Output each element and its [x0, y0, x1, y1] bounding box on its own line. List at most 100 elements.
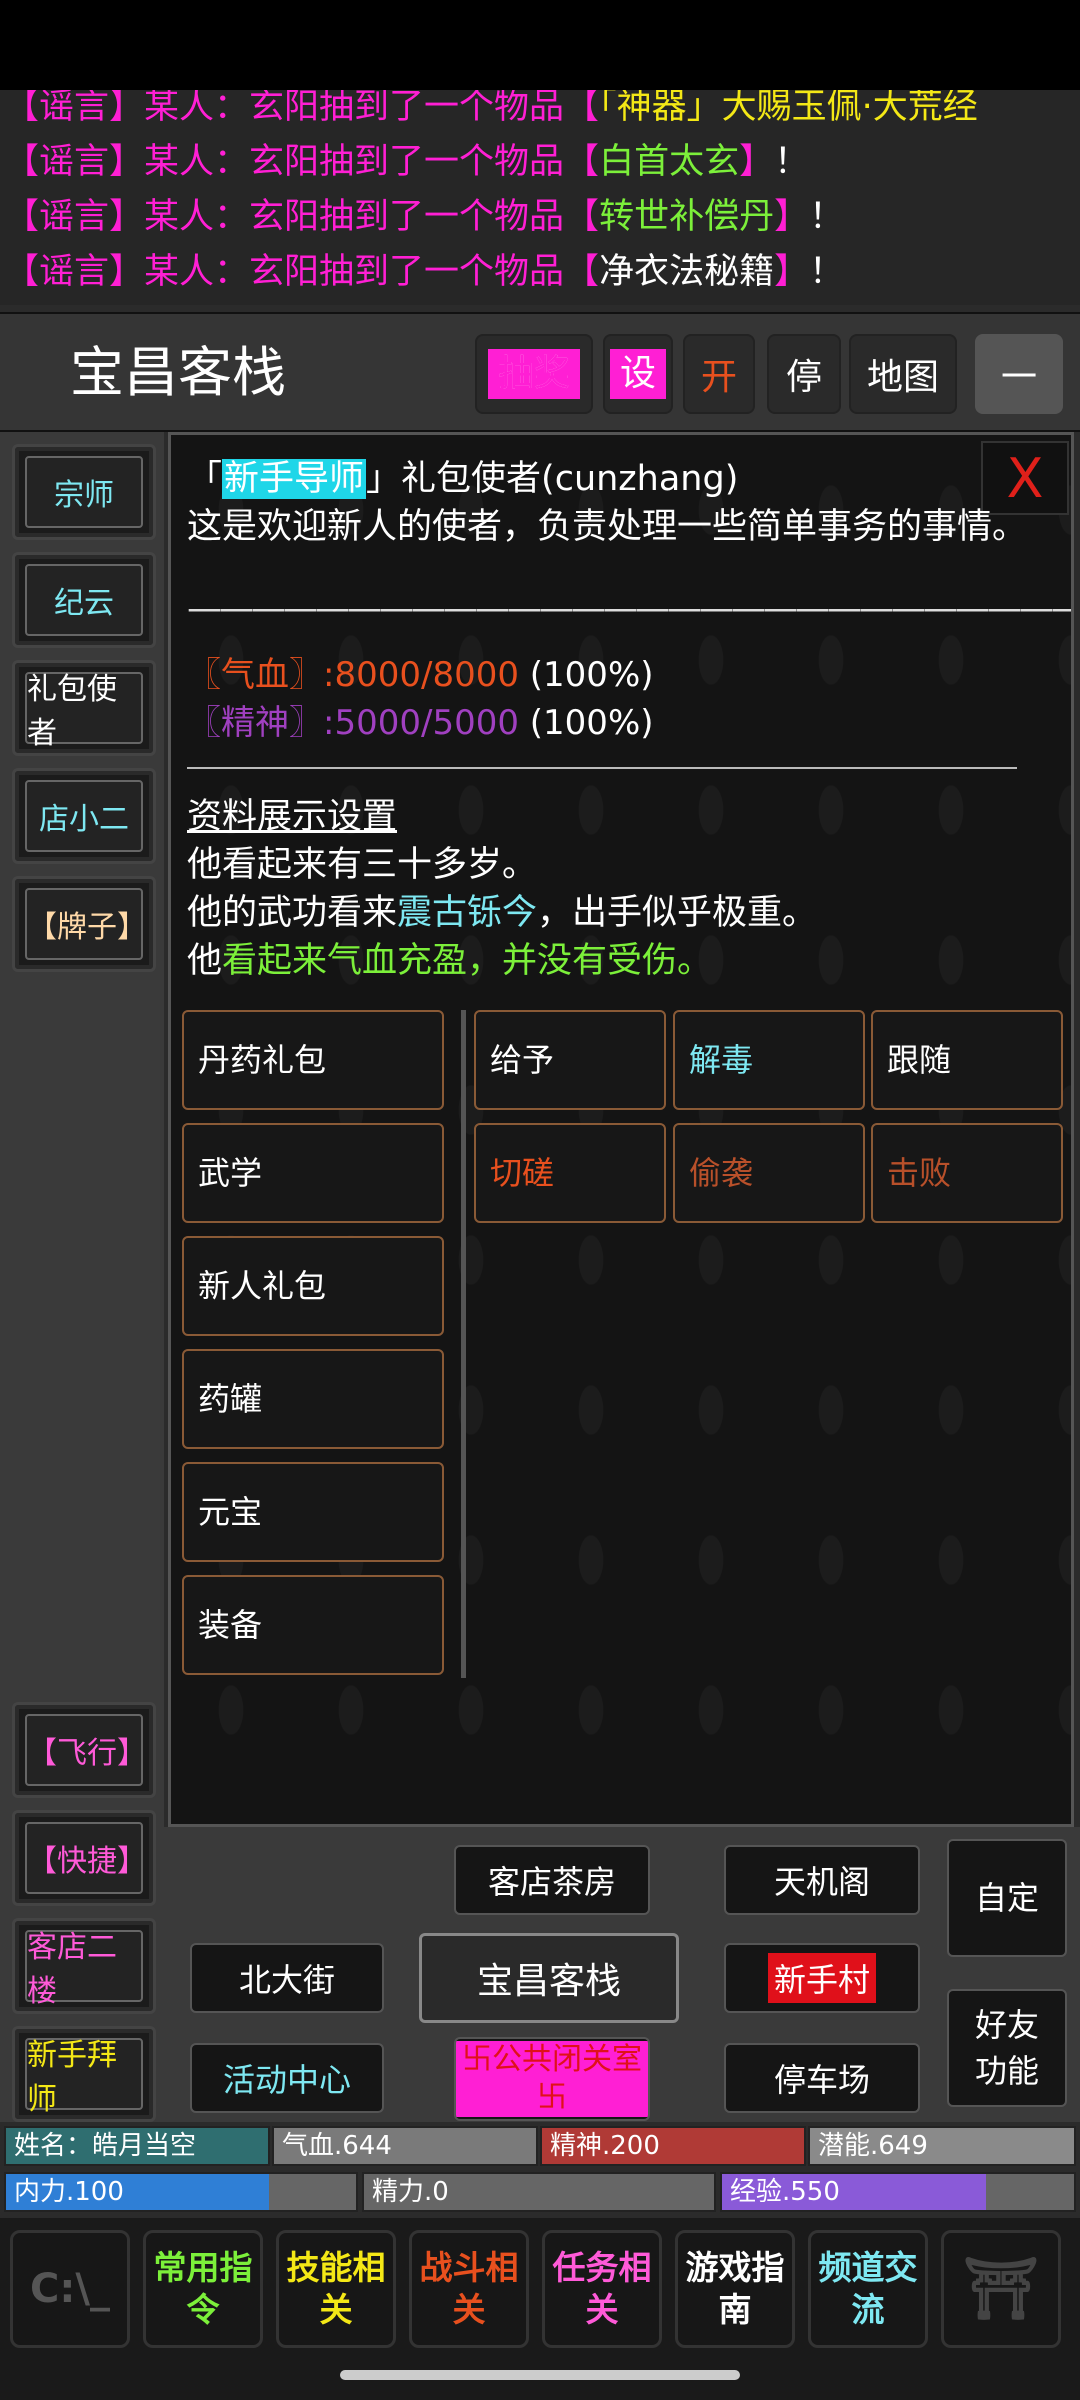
status-bar: [0, 0, 1080, 94]
npc-health: 他看起来气血充盈，并没有受伤。: [187, 937, 712, 985]
menu-item-medicine-jar[interactable]: 药罐: [182, 1349, 444, 1449]
start-button[interactable]: 开: [683, 334, 755, 414]
player-stats: 姓名：皓月当空 气血.644 精神.200 潜能.649 内力.100 精力.0…: [0, 2122, 1080, 2217]
map-button[interactable]: 地图: [849, 334, 957, 414]
defeat-button[interactable]: 击败: [871, 1123, 1063, 1223]
game-screen: 【谣言】某人：玄阳抽到了一个物品【「神器」大赐玉佩·大荒经 【谣言】某人：玄阳抽…: [0, 0, 1080, 2400]
stat-spirit: 精神.200: [540, 2126, 806, 2166]
give-button[interactable]: 给予: [474, 1010, 666, 1110]
sidebar-item-gift-envoy[interactable]: 礼包使者: [12, 660, 156, 756]
guide-button[interactable]: 游戏指南: [675, 2230, 795, 2348]
sidebar-item-apprentice[interactable]: 新手拜师: [12, 2026, 156, 2122]
kungfu-level: 震古铄今: [397, 893, 538, 933]
terminal-icon[interactable]: C:\_: [10, 2230, 130, 2348]
nav-tianji-pavilion[interactable]: 天机阁: [724, 1845, 920, 1915]
follow-button[interactable]: 跟随: [871, 1010, 1063, 1110]
npc-role[interactable]: 新手导师: [222, 459, 367, 499]
rumor-message: 玄阳抽到了一个物品: [249, 90, 565, 127]
close-icon: X: [1006, 446, 1044, 510]
sidebar-item-label: 【飞行】: [25, 1714, 147, 1786]
npc-panel: X 「新手导师」礼包使者(cunzhang) 这是欢迎新人的使者，负责处理一些简…: [168, 432, 1074, 1827]
nav-parking[interactable]: 停车场: [724, 2043, 920, 2113]
friends-button[interactable]: 好友功能: [947, 1989, 1067, 2107]
nav-retreat-room[interactable]: 卐公共闭关室卐: [454, 2037, 650, 2121]
rumor-tail: ！: [809, 197, 845, 237]
menu-item-newbie-pack[interactable]: 新人礼包: [182, 1236, 444, 1336]
stat-neili-bar: 内力.100: [4, 2172, 358, 2212]
spirit-percent: (100%): [529, 703, 654, 743]
spar-button[interactable]: 切磋: [474, 1123, 666, 1223]
npc-name: 礼包使者(cunzhang): [401, 459, 739, 499]
common-commands-button[interactable]: 常用指令: [143, 2230, 263, 2348]
rumor-bracket: 【: [564, 90, 600, 127]
sneak-attack-button[interactable]: 偷袭: [673, 1123, 865, 1223]
menu-item-martial-arts[interactable]: 武学: [182, 1123, 444, 1223]
menu-item-equipment[interactable]: 装备: [182, 1575, 444, 1675]
rumor-speaker: 某人：: [144, 197, 250, 237]
logo-icon[interactable]: ⛩: [941, 2230, 1061, 2348]
profile-settings-link[interactable]: 资料展示设置: [187, 793, 397, 841]
npc-quote: 「: [187, 459, 223, 499]
settings-label: 设: [609, 349, 666, 399]
minimize-button[interactable]: 一: [975, 334, 1063, 414]
player-name: 姓名：皓月当空: [4, 2126, 270, 2166]
sidebar-item-label: 【快捷】: [25, 1822, 147, 1894]
rumor-item: 白首太玄: [599, 142, 740, 182]
sidebar-item-master[interactable]: 宗师: [12, 444, 156, 540]
nav-newbie-village[interactable]: 新手村: [724, 1943, 920, 2013]
rumor-item: 净衣法秘籍: [599, 252, 775, 292]
skills-button[interactable]: 技能相关: [276, 2230, 396, 2348]
custom-button[interactable]: 自定: [947, 1839, 1067, 1957]
rumor-tag: 【谣言】: [4, 142, 145, 182]
newbie-village-label: 新手村: [767, 1953, 876, 2003]
rumor-bracket: 【: [564, 197, 600, 237]
sidebar-item-shortcut[interactable]: 【快捷】: [12, 1810, 156, 1906]
rumor-tag: 【谣言】: [4, 252, 145, 292]
location-title: 宝昌客栈: [70, 341, 286, 404]
stat-exp: 经验.550: [730, 2177, 840, 2207]
sidebar-item-label: 纪云: [25, 564, 143, 636]
sidebar-item-sign[interactable]: 【牌子】: [12, 876, 156, 972]
sidebar-item-label: 店小二: [25, 780, 143, 852]
hp-value: :8000/8000: [323, 655, 519, 695]
health-status: 看起来气血充盈，并没有受伤。: [222, 941, 713, 981]
stat-exp-bar: 经验.550: [720, 2172, 1076, 2212]
sidebar-item-jiyun[interactable]: 纪云: [12, 552, 156, 648]
channels-button[interactable]: 频道交流: [808, 2230, 928, 2348]
detox-button[interactable]: 解毒: [673, 1010, 865, 1110]
stop-button[interactable]: 停: [767, 334, 841, 414]
sidebar-item-label: 新手拜师: [25, 2038, 143, 2117]
sidebar-item-fly[interactable]: 【飞行】: [12, 1702, 156, 1798]
rumor-bracket: 】: [739, 142, 775, 182]
npc-title: 「新手导师」礼包使者(cunzhang): [187, 455, 738, 503]
rumor-broadcast: 【谣言】某人：玄阳抽到了一个物品【「神器」大赐玉佩·大荒经 【谣言】某人：玄阳抽…: [0, 90, 1080, 305]
sidebar-item-inn-upstairs[interactable]: 客店二楼: [12, 1918, 156, 2014]
sidebar-item-waiter[interactable]: 店小二: [12, 768, 156, 864]
rumor-item: 转世补偿丹: [599, 197, 775, 237]
rumor-item: 「神器」大赐玉佩·大荒经: [599, 90, 978, 127]
divider-line: [187, 767, 1017, 769]
lottery-button[interactable]: 抽奖: [475, 334, 593, 414]
nav-teahouse[interactable]: 客店茶房: [454, 1845, 650, 1915]
rumor-bracket: 】: [774, 252, 810, 292]
menu-item-pill-pack[interactable]: 丹药礼包: [182, 1010, 444, 1110]
stat-jingli-bar: 精力.0: [362, 2172, 716, 2212]
stat-neili: 内力.100: [14, 2177, 124, 2207]
settings-button[interactable]: 设: [603, 334, 673, 414]
menu-divider: [461, 1010, 466, 1678]
rumor-line: 【谣言】某人：玄阳抽到了一个物品【「神器」大赐玉佩·大荒经: [4, 90, 978, 135]
minimize-label: 一: [1000, 357, 1037, 398]
nav-north-street[interactable]: 北大街: [190, 1943, 384, 2013]
nav-activity-center[interactable]: 活动中心: [190, 2043, 384, 2113]
rumor-message: 玄阳抽到了一个物品: [249, 142, 565, 182]
tasks-button[interactable]: 任务相关: [542, 2230, 662, 2348]
combat-button[interactable]: 战斗相关: [409, 2230, 529, 2348]
nav-current-location: 宝昌客栈: [419, 1933, 679, 2023]
npc-kungfu: 他的武功看来震古铄今，出手似乎极重。: [187, 889, 817, 937]
rumor-tag: 【谣言】: [4, 197, 145, 237]
spirit-value: :5000/5000: [323, 703, 519, 743]
menu-item-ingot[interactable]: 元宝: [182, 1462, 444, 1562]
rumor-tail: ！: [809, 252, 845, 292]
stat-potential: 潜能.649: [808, 2126, 1076, 2166]
npc-hp: 〖气血〗:8000/8000 (100%): [187, 651, 654, 699]
